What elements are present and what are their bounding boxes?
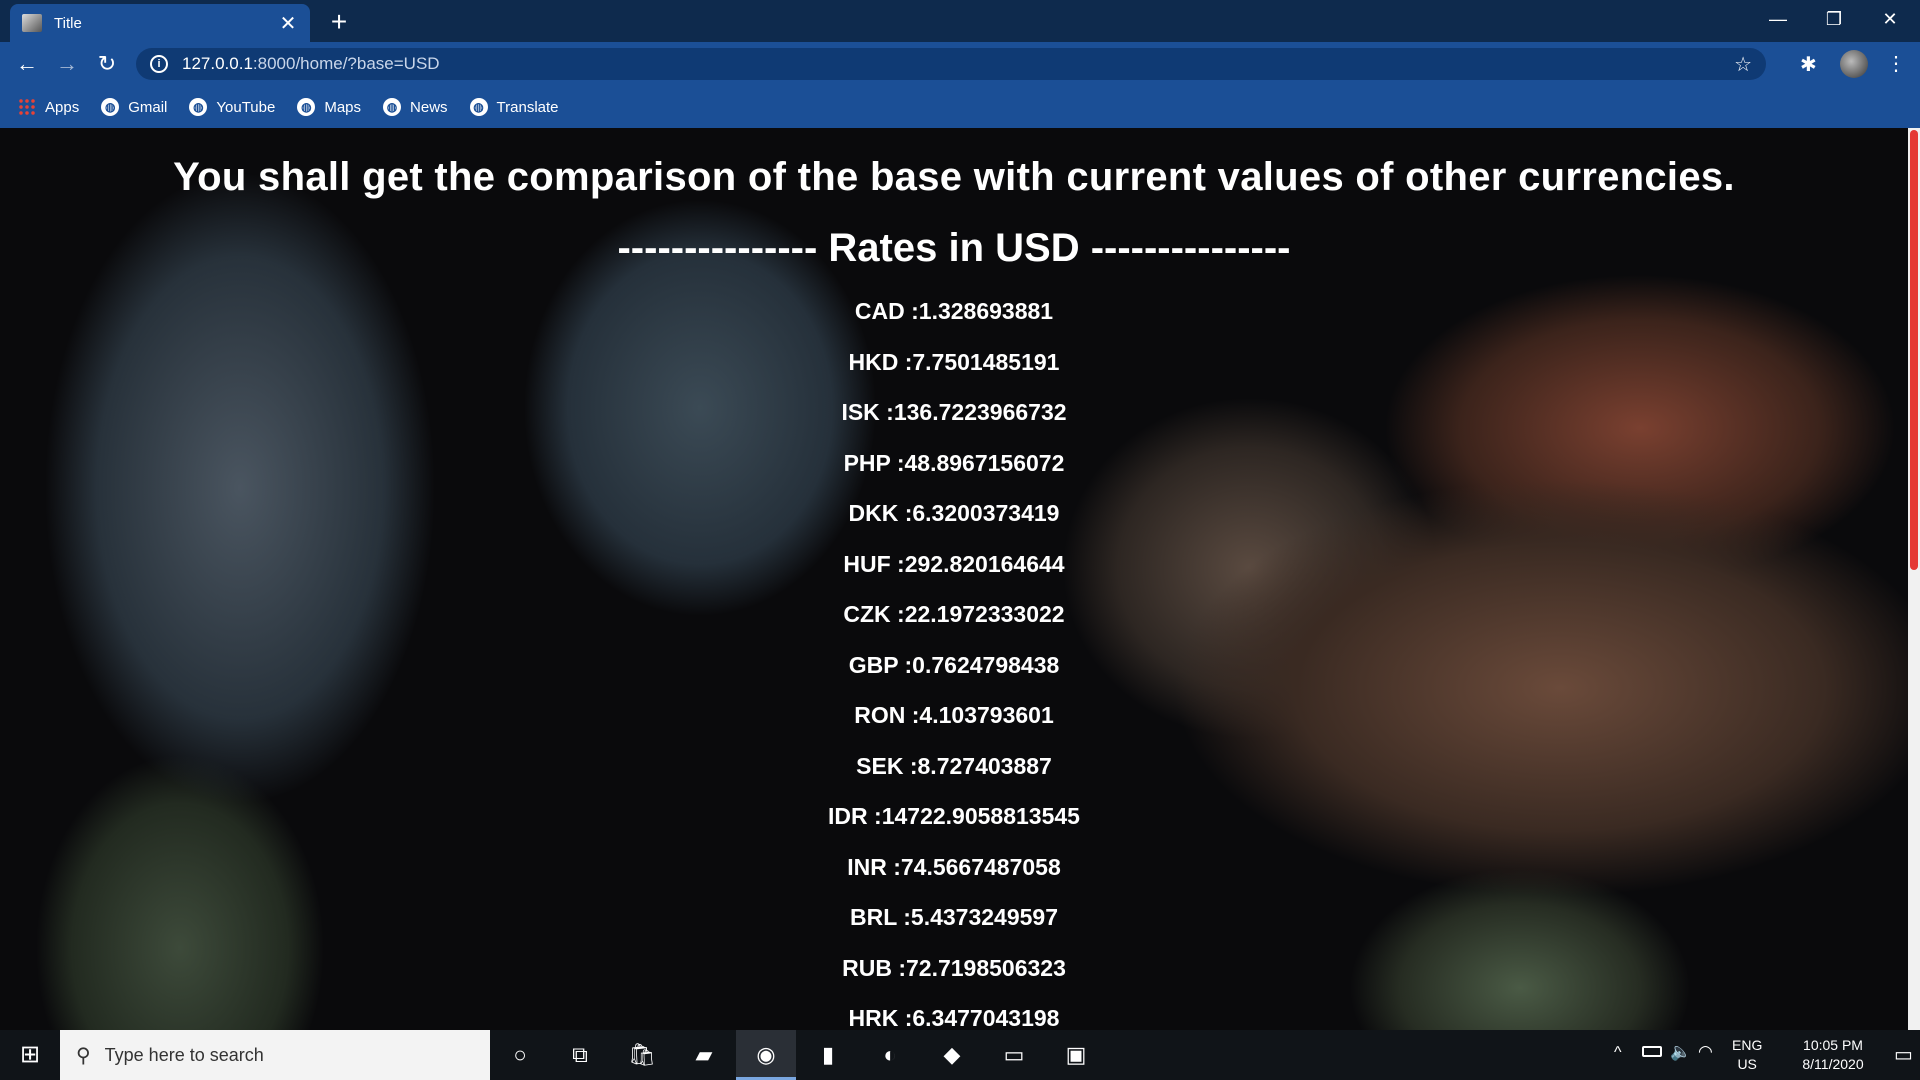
back-icon[interactable]: ← [12,50,42,80]
bookmark-label: Maps [324,98,362,116]
region-code: US [1737,1056,1757,1072]
cortana-icon[interactable]: ○ [490,1030,550,1080]
windows-start-icon[interactable]: ⊞ [0,1030,60,1080]
bookmarks-bar: Apps ◍ Gmail ◍ YouTube ◍ Maps ◍ News ◍ T… [0,86,1920,128]
search-icon: ⚲ [76,1044,91,1067]
bookmark-translate[interactable]: ◍ Translate [469,98,559,116]
page-content: You shall get the comparison of the base… [0,128,1908,1030]
bookmark-maps[interactable]: ◍ Maps [297,98,361,116]
globe-icon: ◍ [101,98,120,116]
language-code: ENG [1732,1037,1763,1053]
search-placeholder: Type here to search [104,1044,264,1065]
bookmark-apps[interactable]: Apps [18,98,79,116]
clock-time: 10:05 PM [1803,1037,1863,1053]
url-host: 127.0.0.1 [182,54,253,73]
rate-item: IDR :14722.9058813545 [828,803,1080,829]
rate-item: CZK :22.1972333022 [843,601,1065,627]
favicon-icon [22,14,42,32]
system-tray: ^ 🔈 ◠ ENG US 10:05 PM 8/11/2020 ▭ [1600,1030,1920,1080]
browser-menu-icon[interactable]: ⋮ [1886,50,1906,78]
bookmark-star-icon[interactable]: ☆ [1734,52,1752,77]
address-bar[interactable]: i 127.0.0.1:8000/home/?base=USD ☆ [136,48,1766,80]
bookmark-label: Apps [45,98,80,116]
rate-item: INR :74.5667487058 [847,853,1061,880]
edge-icon[interactable]: ◐ [860,1030,920,1080]
site-info-icon[interactable]: i [150,55,168,73]
wifi-icon[interactable]: ◠ [1698,1042,1713,1062]
bookmark-label: YouTube [216,98,276,116]
globe-icon: ◍ [383,98,402,116]
tab-close-icon[interactable]: ✕ [278,11,298,36]
globe-icon: ◍ [469,98,488,116]
clock[interactable]: 10:05 PM 8/11/2020 [1778,1036,1888,1074]
notifications-icon[interactable]: ▭ [1894,1042,1913,1067]
store-icon[interactable]: 🛍 [612,1030,672,1080]
reload-icon[interactable]: ↻ [92,50,122,80]
task-view-icon[interactable]: ⧉ [550,1030,610,1080]
rate-item: HKD :7.7501485191 [848,348,1060,375]
rate-item: HUF :292.820164644 [843,550,1065,577]
close-window-button[interactable]: ✕ [1862,0,1918,40]
tab-title: Title [54,14,82,32]
forward-icon[interactable]: → [52,50,82,80]
rate-item: PHP :48.8967156072 [843,449,1065,476]
page-headline: You shall get the comparison of the base… [173,155,1735,199]
rates-heading: --------------- Rates in USD -----------… [617,226,1291,270]
rates-list: CAD :1.328693881 HKD :7.7501485191 ISK :… [0,296,1908,1030]
bookmark-label: News [410,98,448,116]
rate-item: BRL :5.4373249597 [850,904,1058,930]
clock-date: 8/11/2020 [1802,1056,1864,1072]
bookmark-youtube[interactable]: ◍ YouTube [189,98,275,116]
new-tab-button[interactable]: + [322,6,356,40]
browser-tab[interactable]: Title ✕ [10,4,310,42]
bookmark-label: Translate [496,98,559,116]
file-explorer-icon[interactable]: ▭ [984,1030,1044,1080]
extensions-icon[interactable]: ✱ [1800,52,1817,77]
bookmark-gmail[interactable]: ◍ Gmail [101,98,167,116]
rate-item: ISK :136.7223966732 [841,399,1067,425]
volume-icon[interactable]: 🔈 [1670,1042,1691,1062]
globe-icon: ◍ [189,98,208,116]
rate-item: DKK :6.3200373419 [848,500,1060,526]
restore-button[interactable]: ❐ [1806,0,1862,40]
url-path: :8000/home/?base=USD [252,54,440,73]
scrollbar-thumb[interactable] [1910,130,1918,570]
terminal-icon[interactable]: ▣ [1046,1030,1106,1080]
rate-item: CAD :1.328693881 [854,298,1054,324]
rate-item: GBP :0.7624798438 [848,651,1060,678]
chrome-icon[interactable]: ◉ [736,1030,796,1080]
language-indicator[interactable]: ENG US [1732,1036,1762,1074]
globe-icon: ◍ [297,98,316,116]
taskbar-search[interactable]: ⚲ Type here to search [60,1030,490,1080]
bookmark-news[interactable]: ◍ News [383,98,448,116]
rate-item: RUB :72.7198506323 [842,954,1066,981]
app-icon[interactable]: ▰ [674,1030,734,1080]
rate-item: HRK :6.3477043198 [848,1005,1060,1030]
profile-avatar[interactable] [1840,50,1868,78]
show-hidden-icons-icon[interactable]: ^ [1614,1044,1622,1062]
rate-item: SEK :8.727403887 [856,752,1052,779]
minimize-button[interactable]: — [1750,0,1806,40]
apps-grid-icon [18,98,36,116]
sticky-notes-icon[interactable]: ▮ [798,1030,858,1080]
rate-item: RON :4.103793601 [854,702,1054,728]
app-icon[interactable]: ◆ [922,1030,982,1080]
battery-icon[interactable] [1642,1046,1662,1057]
bookmark-label: Gmail [128,98,168,116]
